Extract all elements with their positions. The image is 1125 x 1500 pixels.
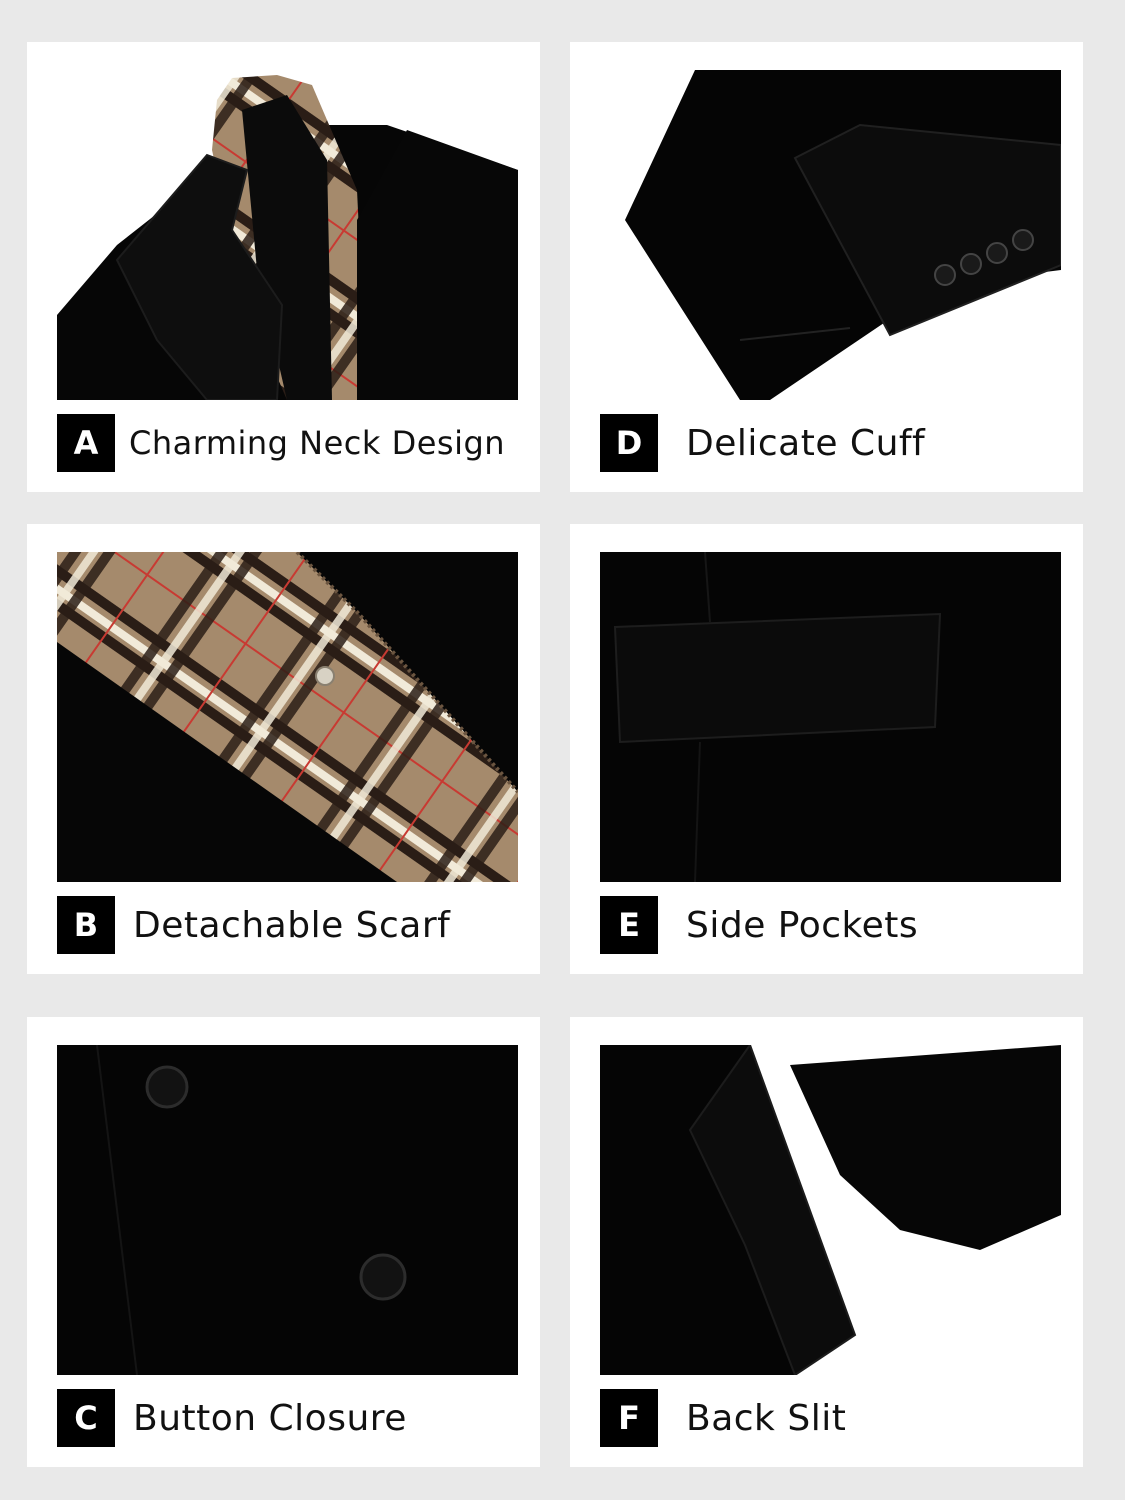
- feature-title: Back Slit: [686, 1397, 847, 1439]
- feature-card-slit: F Back Slit: [570, 1017, 1083, 1467]
- caption-a: A Charming Neck Design: [57, 414, 520, 474]
- caption-f: F Back Slit: [600, 1389, 1063, 1449]
- pocket-image: [600, 552, 1061, 882]
- feature-title: Charming Neck Design: [129, 424, 506, 462]
- letter-badge: D: [600, 414, 658, 472]
- feature-card-pockets: E Side Pockets: [570, 524, 1083, 974]
- letter-badge: C: [57, 1389, 115, 1447]
- caption-c: C Button Closure: [57, 1389, 520, 1449]
- buttons-image: [57, 1045, 518, 1375]
- neck-design-image: [57, 70, 518, 400]
- letter-badge: E: [600, 896, 658, 954]
- cuff-image: [600, 70, 1061, 400]
- feature-title: Detachable Scarf: [133, 904, 451, 946]
- feature-card-scarf: B Detachable Scarf: [27, 524, 540, 974]
- letter-badge: B: [57, 896, 115, 954]
- caption-e: E Side Pockets: [600, 896, 1063, 956]
- feature-card-neck: A Charming Neck Design: [27, 42, 540, 492]
- feature-title: Delicate Cuff: [686, 422, 926, 464]
- caption-b: B Detachable Scarf: [57, 896, 520, 956]
- scarf-image: [57, 552, 518, 882]
- feature-card-cuff: D Delicate Cuff: [570, 42, 1083, 492]
- feature-card-buttons: C Button Closure: [27, 1017, 540, 1467]
- letter-badge: F: [600, 1389, 658, 1447]
- feature-title: Button Closure: [133, 1397, 407, 1439]
- caption-d: D Delicate Cuff: [600, 414, 1063, 474]
- back-slit-image: [600, 1045, 1061, 1375]
- letter-badge: A: [57, 414, 115, 472]
- feature-title: Side Pockets: [686, 904, 919, 946]
